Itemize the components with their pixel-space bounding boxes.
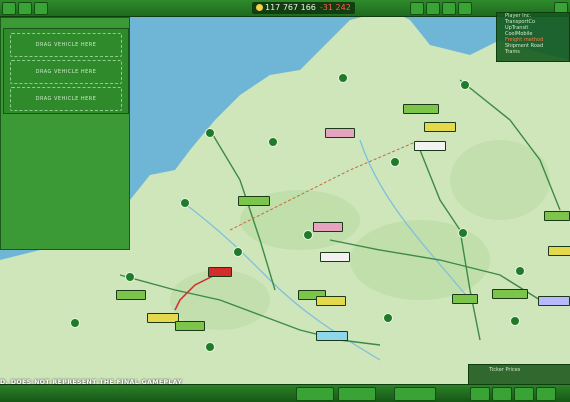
city-icon[interactable] [338,73,348,83]
vehicle-slots: DRAG VEHICLE HERE DRAG VEHICLE HERE DRAG… [3,28,129,114]
toolbar-button-5[interactable] [442,2,456,15]
toolbar-button-3[interactable] [410,2,424,15]
vehicle-marker[interactable] [316,331,348,341]
vehicle-marker[interactable] [544,211,570,221]
city-icon[interactable] [268,137,278,147]
toolbar-button-1[interactable] [18,2,32,15]
city-icon[interactable] [70,318,80,328]
vehicle-slot-2[interactable]: DRAG VEHICLE HERE [10,60,122,84]
toolbar-button-6[interactable] [458,2,472,15]
city-icon[interactable] [125,272,135,282]
vehicle-marker[interactable] [414,141,446,151]
vehicle-panel: DRAG VEHICLE HERE DRAG VEHICLE HERE DRAG… [0,17,130,250]
bottom-bar: D. DOES NOT REPRESENT THE FINAL GAMEPLAY [0,379,570,402]
bottom-button-3[interactable] [394,387,436,401]
city-icon[interactable] [390,157,400,167]
top-bar: 117 767 166 -31 242 [0,0,570,17]
company-item[interactable]: Trams [497,49,569,55]
vehicle-slot-3[interactable]: DRAG VEHICLE HERE [10,87,122,111]
city-icon[interactable] [205,342,215,352]
vehicle-marker[interactable] [208,267,232,277]
city-icon[interactable] [515,266,525,276]
bottom-button-5[interactable] [492,387,512,401]
vehicle-marker[interactable] [548,246,570,256]
coin-icon [256,4,263,11]
city-icon[interactable] [383,313,393,323]
city-icon[interactable] [510,316,520,326]
city-icon[interactable] [303,230,313,240]
city-icon[interactable] [460,80,470,90]
vehicle-marker[interactable] [538,296,570,306]
vehicle-marker[interactable] [320,252,350,262]
bottom-button-7[interactable] [536,387,556,401]
money-display: 117 767 166 -31 242 [252,2,355,14]
vehicle-marker[interactable] [238,196,270,206]
vehicle-marker[interactable] [116,290,146,300]
bottom-button-1[interactable] [296,387,334,401]
vehicle-marker[interactable] [452,294,478,304]
money-value: 117 767 166 [265,3,316,12]
city-icon[interactable] [180,198,190,208]
menu-button[interactable] [2,2,16,15]
ticker-label: Ticker Prices [489,367,521,373]
company-list: Player Inc. TransportCo UpTransit CoolMo… [496,12,570,62]
vehicle-slot-1[interactable]: DRAG VEHICLE HERE [10,33,122,57]
vehicle-marker[interactable] [492,289,528,299]
vehicle-marker[interactable] [424,122,456,132]
money-delta: -31 242 [319,3,351,12]
vehicle-marker[interactable] [316,296,346,306]
vehicle-marker[interactable] [313,222,343,232]
city-icon[interactable] [458,228,468,238]
city-icon[interactable] [205,128,215,138]
toolbar-button-2[interactable] [34,2,48,15]
vehicle-marker[interactable] [403,104,439,114]
vehicle-marker[interactable] [325,128,355,138]
city-icon[interactable] [233,247,243,257]
bottom-button-6[interactable] [514,387,534,401]
bottom-button-2[interactable] [338,387,376,401]
toolbar-button-4[interactable] [426,2,440,15]
vehicle-marker[interactable] [175,321,205,331]
bottom-button-4[interactable] [470,387,490,401]
disclaimer-caption: D. DOES NOT REPRESENT THE FINAL GAMEPLAY [0,379,183,386]
ticker-panel: Ticker Prices [468,364,570,386]
